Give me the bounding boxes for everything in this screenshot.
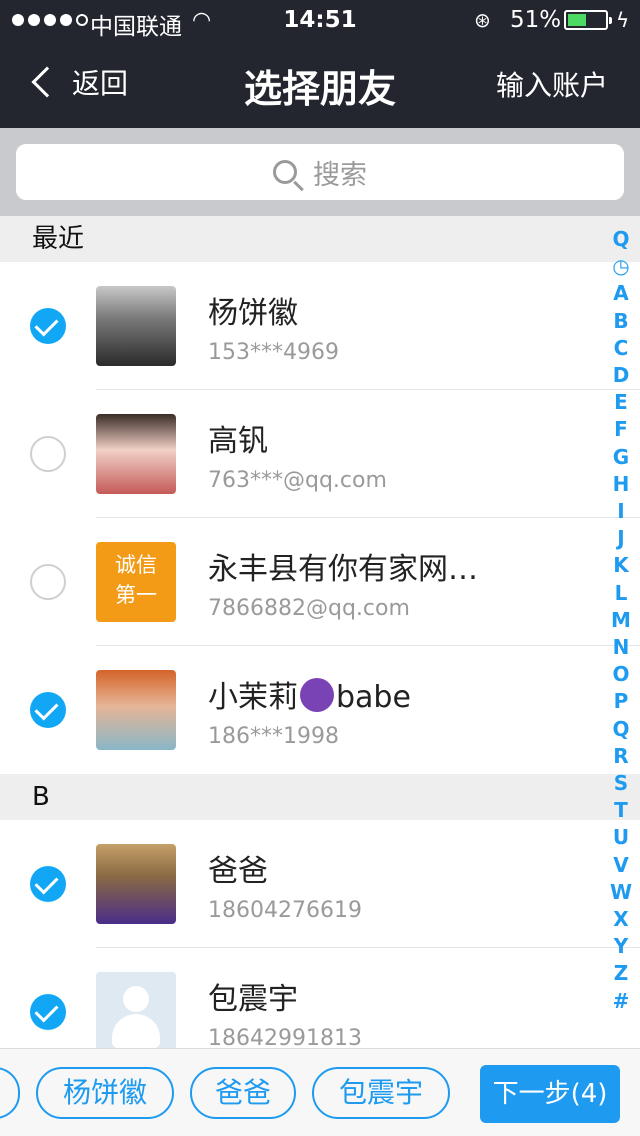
selected-chip[interactable]: 爸爸 — [190, 1067, 296, 1119]
contact-name: 永丰县有你有家网… — [208, 552, 478, 587]
selected-chip-partial[interactable] — [0, 1067, 20, 1119]
index-letter[interactable]: M — [611, 607, 631, 634]
avatar-text-line2: 第一 — [115, 583, 157, 607]
section-header-recent: 最近 — [0, 216, 640, 262]
next-button[interactable]: 下一步(4) — [480, 1065, 620, 1123]
avatar-text-line1: 诚信 — [115, 553, 157, 577]
battery-icon — [564, 10, 612, 30]
contact-name: 杨饼徽 — [208, 296, 298, 331]
index-letter[interactable]: B — [613, 308, 628, 335]
index-letter[interactable]: K — [613, 552, 629, 579]
index-letter[interactable]: P — [614, 688, 629, 715]
contact-detail: 763***@qq.com — [208, 468, 387, 493]
smiling-devil-emoji-icon — [300, 678, 334, 712]
search-placeholder: 搜索 — [313, 159, 367, 191]
index-letter[interactable]: Q — [612, 716, 629, 743]
contact-detail: 153***4969 — [208, 340, 339, 365]
index-letter[interactable]: # — [613, 988, 630, 1015]
contact-detail: 18604276619 — [208, 898, 362, 923]
checkbox-checked[interactable] — [30, 692, 66, 728]
contact-row[interactable]: 杨饼徽 153***4969 — [0, 262, 640, 390]
index-letter[interactable]: V — [613, 852, 628, 879]
search-icon — [273, 160, 297, 184]
index-letter[interactable]: G — [613, 444, 629, 471]
index-letter[interactable]: F — [614, 416, 628, 443]
checkbox-checked[interactable] — [30, 866, 66, 902]
section-header-b: B — [0, 774, 640, 820]
charging-icon: ϟ — [616, 8, 630, 32]
contact-row[interactable]: 小茉莉 babe 186***1998 — [0, 646, 640, 774]
index-letter[interactable]: U — [613, 824, 629, 851]
default-avatar-icon — [96, 972, 176, 1052]
checkbox-unchecked[interactable] — [30, 564, 66, 600]
contact-detail: 186***1998 — [208, 724, 339, 749]
contact-row[interactable]: 高钒 763***@qq.com — [0, 390, 640, 518]
avatar: 诚信 第一 — [96, 542, 176, 622]
contact-detail: 7866882@qq.com — [208, 596, 410, 621]
contact-name: 小茉莉 babe — [208, 672, 411, 716]
search-input[interactable]: 搜索 — [16, 144, 624, 200]
index-letter[interactable]: Z — [614, 960, 629, 987]
index-letter[interactable]: W — [610, 879, 632, 906]
checkbox-checked[interactable] — [30, 994, 66, 1030]
contact-name: 高钒 — [208, 424, 268, 459]
index-letter[interactable]: E — [614, 389, 628, 416]
index-letter[interactable]: Q — [612, 226, 629, 253]
battery-percent: 51% — [510, 7, 562, 33]
index-letter[interactable]: X — [613, 906, 628, 933]
input-account-button[interactable]: 输入账户 — [496, 64, 608, 104]
top-bar: 中国联通 ◠ 14:51 ⊛ 51% ϟ 返回 选择朋友 输入账户 — [0, 0, 640, 128]
checkbox-unchecked[interactable] — [30, 436, 66, 472]
contact-name-suffix: babe — [336, 680, 411, 715]
index-letter[interactable]: T — [614, 797, 628, 824]
avatar — [96, 844, 176, 924]
contact-row[interactable]: 诚信 第一 永丰县有你有家网… 7866882@qq.com — [0, 518, 640, 646]
avatar — [96, 670, 176, 750]
selected-chip[interactable]: 杨饼徽 — [36, 1067, 174, 1119]
index-letter[interactable]: S — [614, 770, 628, 797]
index-letter[interactable]: H — [613, 471, 630, 498]
index-letter[interactable]: I — [617, 498, 624, 525]
status-bar: 中国联通 ◠ 14:51 ⊛ 51% ϟ — [0, 0, 640, 40]
selection-bar: 杨饼徽 爸爸 包震宇 下一步(4) — [0, 1048, 640, 1136]
alphabet-index[interactable]: Q ◷ A B C D E F G H I J K L M N O P Q R S T U V W X Y Z # — [606, 226, 636, 1015]
index-letter[interactable]: A — [613, 280, 628, 307]
index-letter[interactable]: Y — [614, 933, 628, 960]
index-letter[interactable]: N — [613, 634, 630, 661]
nav-bar: 返回 选择朋友 输入账户 — [0, 40, 640, 128]
rotation-lock-icon: ⊛ — [474, 8, 491, 32]
avatar — [96, 414, 176, 494]
index-letter[interactable]: J — [617, 525, 624, 552]
index-letter[interactable]: L — [615, 580, 628, 607]
index-letter[interactable]: C — [614, 335, 629, 362]
index-letter[interactable]: D — [613, 362, 630, 389]
contact-row[interactable]: 爸爸 18604276619 — [0, 820, 640, 948]
index-letter[interactable]: R — [613, 743, 628, 770]
contact-name: 爸爸 — [208, 854, 268, 889]
contact-name-prefix: 小茉莉 — [208, 680, 298, 715]
contact-name: 包震宇 — [208, 982, 298, 1017]
avatar — [96, 286, 176, 366]
checkbox-checked[interactable] — [30, 308, 66, 344]
selected-chip[interactable]: 包震宇 — [312, 1067, 450, 1119]
index-letter[interactable]: ◷ — [612, 253, 629, 280]
index-letter[interactable]: O — [612, 661, 629, 688]
search-bar: 搜索 — [0, 128, 640, 216]
